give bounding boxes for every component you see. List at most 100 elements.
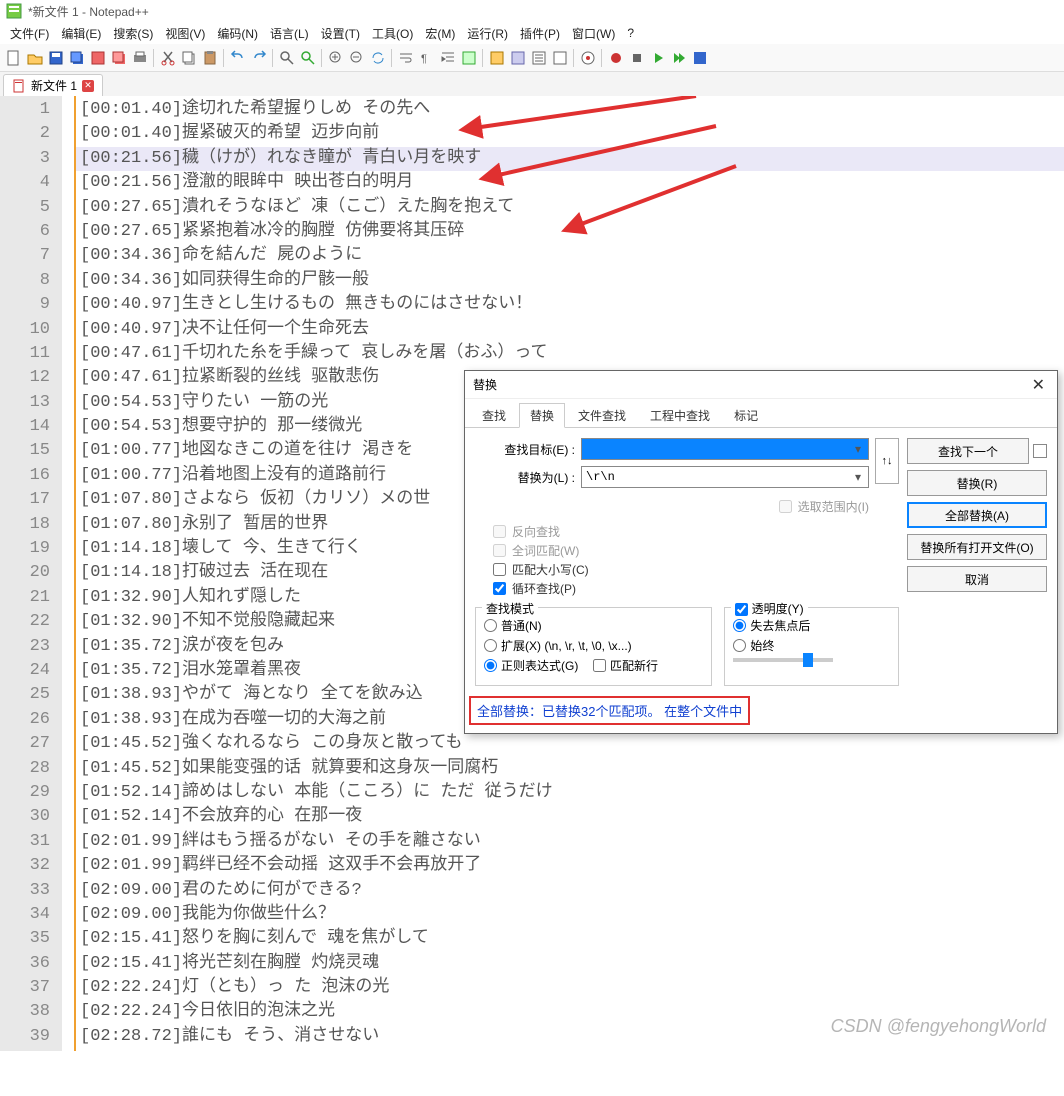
swap-button[interactable]: ↑↓ [875, 438, 899, 484]
close-icon[interactable]: ✕ [1028, 375, 1049, 395]
menu-item[interactable]: 搜索(S) [107, 23, 159, 44]
wrap-icon[interactable] [396, 48, 415, 67]
record-icon[interactable] [606, 48, 625, 67]
code-line[interactable]: [01:52.14]不会放弃的心 在那一夜 [76, 805, 1064, 829]
code-line[interactable]: [02:09.00]君のために何ができる? [76, 879, 1064, 903]
indent-icon[interactable] [438, 48, 457, 67]
menu-item[interactable]: 语言(L) [264, 23, 315, 44]
undo-icon[interactable] [228, 48, 247, 67]
play-icon[interactable] [648, 48, 667, 67]
closeall-icon[interactable] [109, 48, 128, 67]
line-number: 31 [0, 830, 62, 854]
menu-item[interactable]: 工具(O) [366, 23, 419, 44]
trans-always-radio[interactable]: 始终 [733, 637, 890, 654]
menu-item[interactable]: 编码(N) [211, 23, 264, 44]
print-icon[interactable] [130, 48, 149, 67]
monitor-icon[interactable] [578, 48, 597, 67]
code-line[interactable]: [02:01.99]羁绊已经不会动摇 这双手不会再放开了 [76, 854, 1064, 878]
replace-all-button[interactable]: 全部替换(A) [907, 502, 1047, 528]
open-icon[interactable] [25, 48, 44, 67]
cut-icon[interactable] [158, 48, 177, 67]
trans-lostfocus-radio[interactable]: 失去焦点后 [733, 617, 890, 634]
stop-icon[interactable] [627, 48, 646, 67]
tab-close-icon[interactable]: ✕ [82, 80, 94, 92]
direction-checkbox[interactable] [1033, 444, 1047, 458]
code-line[interactable]: [00:34.36]如同获得生命的尸骸一般 [76, 269, 1064, 293]
replace-label: 替换为(L) : [475, 469, 575, 486]
menu-item[interactable]: 插件(P) [514, 23, 566, 44]
playmulti-icon[interactable] [669, 48, 688, 67]
code-line[interactable]: [02:15.41]怒りを胸に刻んで 魂を焦がして [76, 927, 1064, 951]
cancel-button[interactable]: 取消 [907, 566, 1047, 592]
code-line[interactable]: [01:45.52]如果能变强的话 就算要和这身灰一同腐朽 [76, 757, 1064, 781]
new-icon[interactable] [4, 48, 23, 67]
code-line[interactable]: [00:27.65]紧紧抱着冰冷的胸膛 仿佛要将其压碎 [76, 220, 1064, 244]
code-line[interactable]: [00:40.97]决不让任何一个生命死去 [76, 318, 1064, 342]
menu-item[interactable]: 运行(R) [461, 23, 514, 44]
find-icon[interactable] [277, 48, 296, 67]
code-line[interactable]: [00:21.56]澄澈的眼眸中 映出苍白的明月 [76, 171, 1064, 195]
code-line[interactable]: [00:01.40]握紧破灭的希望 迈步向前 [76, 122, 1064, 146]
transparency-slider[interactable] [733, 658, 833, 662]
transparency-checkbox[interactable]: 透明度(Y) [731, 600, 807, 617]
replace-all-open-button[interactable]: 替换所有打开文件(O) [907, 534, 1047, 560]
loop-checkbox[interactable]: 循环查找(P) [493, 580, 899, 597]
mode-extended-radio[interactable]: 扩展(X) (\n, \r, \t, \0, \x...) [484, 637, 703, 654]
menu-item[interactable]: 窗口(W) [566, 23, 621, 44]
redo-icon[interactable] [249, 48, 268, 67]
menu-item[interactable]: 设置(T) [315, 23, 366, 44]
zoomin-icon[interactable] [326, 48, 345, 67]
dialog-tab[interactable]: 标记 [723, 403, 769, 427]
code-line[interactable]: [01:52.14]諦めはしない 本能（こころ）に ただ 従うだけ [76, 781, 1064, 805]
code-line[interactable]: [00:01.40]途切れた希望握りしめ その先へ [76, 98, 1064, 122]
saveall-icon[interactable] [67, 48, 86, 67]
code-line[interactable]: [02:01.99]絆はもう揺るがない その手を離さない [76, 830, 1064, 854]
close-icon[interactable] [88, 48, 107, 67]
code-line[interactable]: [01:45.52]強くなれるなら この身灰と散っても [76, 732, 1064, 756]
menu-item[interactable]: ? [621, 24, 640, 42]
code-line[interactable]: [00:40.97]生きとし生けるもの 無きものにはさせない！ [76, 293, 1064, 317]
menu-item[interactable]: 文件(F) [4, 23, 55, 44]
find-next-button[interactable]: 查找下一个 [907, 438, 1029, 464]
code-line[interactable]: [00:21.56]穢（けが）れなき瞳が 青白い月を映す [76, 147, 1064, 171]
funclist-icon[interactable] [529, 48, 548, 67]
menu-item[interactable]: 视图(V) [159, 23, 211, 44]
docmap-icon[interactable] [508, 48, 527, 67]
code-line[interactable]: [02:09.00]我能为你做些什么？ [76, 903, 1064, 927]
sync-icon[interactable] [368, 48, 387, 67]
menu-item[interactable]: 编辑(E) [55, 23, 107, 44]
mode-normal-radio[interactable]: 普通(N) [484, 617, 703, 634]
replace-input[interactable]: \r\n ▾ [581, 466, 869, 488]
code-line[interactable]: [00:27.65]潰れそうなほど 凍（こご）えた胸を抱えて [76, 196, 1064, 220]
savemacro-icon[interactable] [690, 48, 709, 67]
replace-button[interactable]: 替换(R) [907, 470, 1047, 496]
line-number: 22 [0, 610, 62, 634]
code-line[interactable]: [02:15.41]将光芒刻在胸膛 灼烧灵魂 [76, 952, 1064, 976]
save-icon[interactable] [46, 48, 65, 67]
dialog-tab[interactable]: 工程中查找 [639, 403, 721, 427]
doclist-icon[interactable] [550, 48, 569, 67]
chevron-down-icon[interactable]: ▾ [850, 469, 866, 485]
copy-icon[interactable] [179, 48, 198, 67]
window-title: *新文件 1 - Notepad++ [28, 3, 149, 20]
document-tab[interactable]: 新文件 1 ✕ [3, 74, 103, 96]
dialog-tab[interactable]: 文件查找 [567, 403, 637, 427]
allchars-icon[interactable]: ¶ [417, 48, 436, 67]
zoomout-icon[interactable] [347, 48, 366, 67]
dialog-tab[interactable]: 查找 [471, 403, 517, 427]
dialog-tab[interactable]: 替换 [519, 403, 565, 428]
code-line[interactable]: [00:47.61]千切れた糸を手繰って 哀しみを屠（おふ）って [76, 342, 1064, 366]
lang-icon[interactable] [459, 48, 478, 67]
menu-item[interactable]: 宏(M) [419, 23, 461, 44]
chevron-down-icon[interactable]: ▾ [850, 441, 866, 457]
code-line[interactable]: [00:34.36]命を結んだ 屍のように [76, 244, 1064, 268]
mode-regex-radio[interactable]: 正则表达式(G) 匹配新行 [484, 657, 703, 674]
replace-icon[interactable] [298, 48, 317, 67]
folder-icon[interactable] [487, 48, 506, 67]
code-line[interactable]: [02:22.24]灯（とも）っ た 泡沫の光 [76, 976, 1064, 1000]
find-input[interactable]: ▾ [581, 438, 869, 460]
paste-icon[interactable] [200, 48, 219, 67]
dialog-title-bar[interactable]: 替换 ✕ [465, 371, 1057, 399]
matchcase-checkbox[interactable]: 匹配大小写(C) [493, 561, 899, 578]
line-number: 39 [0, 1025, 62, 1049]
